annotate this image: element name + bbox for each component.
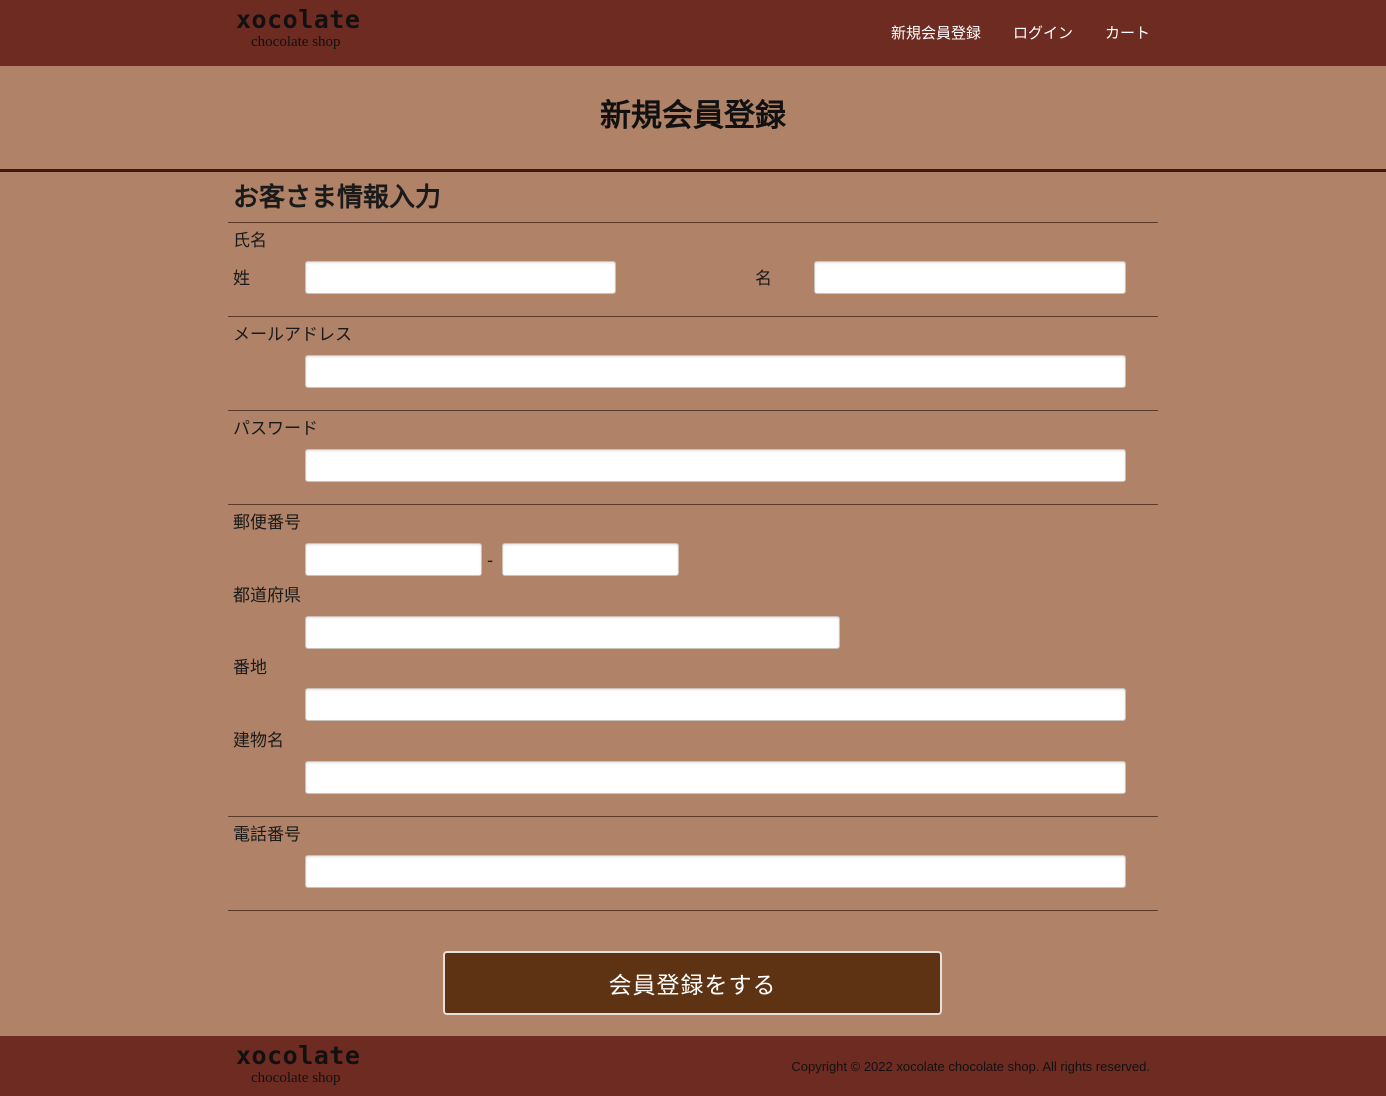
footer-logo[interactable]: xocolate chocolate shop — [236, 1041, 366, 1087]
name-label: 氏名 — [233, 231, 267, 251]
address-label: 番地 — [233, 658, 267, 678]
nav-login-link[interactable]: ログイン — [1013, 22, 1073, 44]
building-input[interactable] — [305, 761, 1126, 794]
first-name-label: 名 — [755, 269, 772, 289]
divider — [228, 910, 1158, 911]
postal-code-label: 郵便番号 — [233, 513, 301, 533]
page-title: 新規会員登録 — [600, 98, 786, 134]
logo-name: xocolate — [236, 1041, 361, 1070]
main-nav: 新規会員登録 ログイン カート — [891, 22, 1150, 44]
copyright-text: Copyright © 2022 xocolate chocolate shop… — [791, 1059, 1150, 1074]
site-footer: xocolate chocolate shop Copyright © 2022… — [0, 1036, 1386, 1096]
email-label: メールアドレス — [233, 325, 352, 345]
address-input[interactable] — [305, 688, 1126, 721]
postal-code-first-input[interactable] — [305, 543, 482, 576]
prefecture-input[interactable] — [305, 616, 840, 649]
logo-name: xocolate — [236, 5, 361, 34]
section-title: お客さま情報入力 — [233, 183, 442, 213]
divider — [228, 816, 1158, 817]
page-title-band: 新規会員登録 — [0, 66, 1386, 172]
first-name-input[interactable] — [814, 261, 1126, 294]
nav-register-link[interactable]: 新規会員登録 — [891, 22, 981, 44]
logo-tagline: chocolate shop — [251, 1070, 341, 1086]
postal-code-second-input[interactable] — [502, 543, 679, 576]
divider — [228, 222, 1158, 223]
divider — [228, 504, 1158, 505]
nav-cart-link[interactable]: カート — [1105, 22, 1150, 44]
password-label: パスワード — [233, 419, 318, 439]
email-input[interactable] — [305, 355, 1126, 388]
site-logo[interactable]: xocolate chocolate shop — [236, 5, 366, 51]
password-input[interactable] — [305, 449, 1126, 482]
phone-input[interactable] — [305, 855, 1126, 888]
prefecture-label: 都道府県 — [233, 586, 301, 606]
building-label: 建物名 — [233, 731, 284, 751]
site-header: xocolate chocolate shop 新規会員登録 ログイン カート — [0, 0, 1386, 66]
divider — [228, 410, 1158, 411]
divider — [228, 316, 1158, 317]
register-submit-button[interactable]: 会員登録をする — [443, 951, 942, 1015]
last-name-input[interactable] — [305, 261, 616, 294]
postal-separator: - — [487, 551, 494, 571]
phone-label: 電話番号 — [233, 825, 301, 845]
last-name-label: 姓 — [233, 269, 250, 289]
logo-tagline: chocolate shop — [251, 34, 341, 50]
